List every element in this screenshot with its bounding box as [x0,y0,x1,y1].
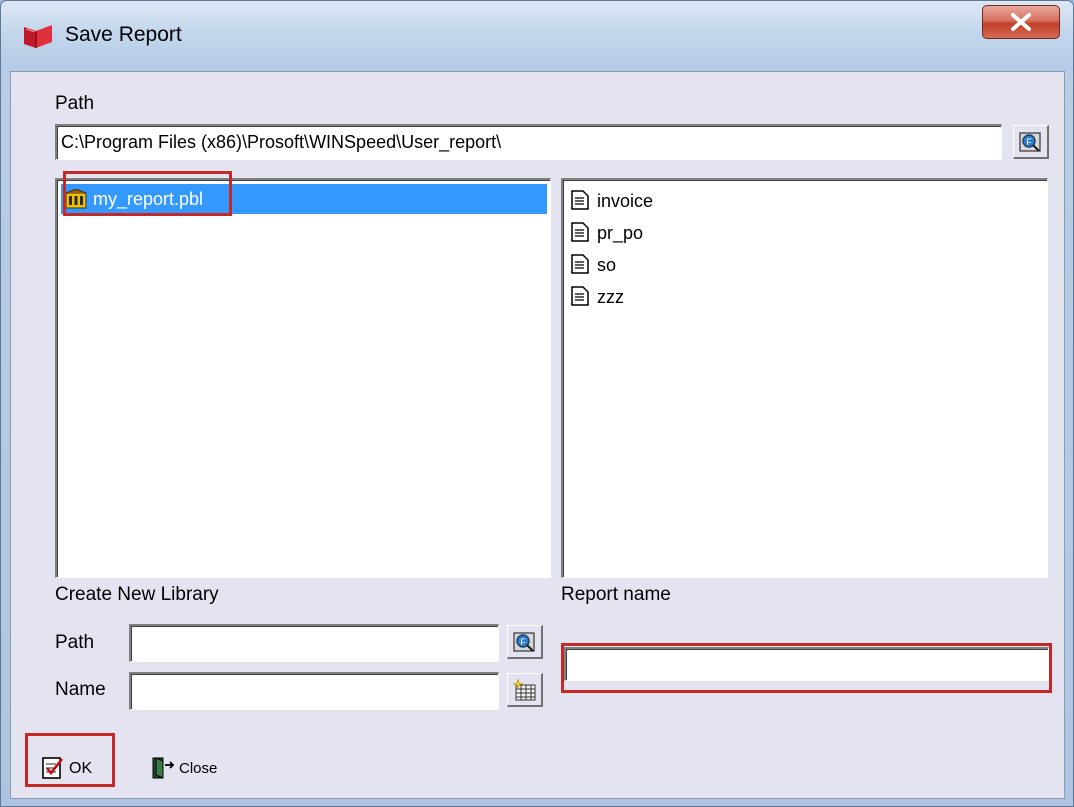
path-field[interactable]: C:\Program Files (x86)\Prosoft\WINSpeed\… [55,124,1002,160]
library-item-label: my_report.pbl [93,189,204,209]
document-icon [571,286,589,306]
browse-folder-icon: F [513,632,535,652]
ok-button[interactable]: OK [41,748,111,788]
new-library-path-browse-button[interactable]: F [507,625,543,659]
window-title: Save Report [65,23,182,46]
path-label: Path [55,93,95,114]
create-library-heading: Create New Library [55,584,219,605]
dialog-body: Path C:\Program Files (x86)\Prosoft\WINS… [10,71,1065,799]
title-bar[interactable]: Save Report [1,1,1073,71]
close-button-label: Close [179,760,218,777]
document-icon [571,254,589,274]
path-browse-button[interactable]: F [1013,125,1049,159]
svg-text:F: F [1026,137,1032,147]
document-icon [571,222,589,242]
library-icon [65,189,87,209]
report-name-input[interactable] [564,647,1049,681]
report-item-label: so [597,255,617,275]
new-library-name-input[interactable] [129,672,499,710]
ok-button-label: OK [69,760,93,777]
report-list[interactable]: invoice pr_po so zzz [561,178,1048,578]
library-item[interactable]: my_report.pbl [61,184,547,214]
red-book-icon [24,25,52,48]
save-report-window: Save Report Path C:\Program Files (x86)\… [0,0,1074,807]
report-item-label: invoice [597,191,654,211]
document-icon [571,190,589,210]
close-button[interactable]: Close [151,748,241,788]
new-library-icon [513,678,536,701]
close-x-icon [1011,13,1031,31]
new-library-path-label: Path [55,632,95,653]
library-list[interactable]: my_report.pbl [55,178,551,578]
new-library-path-input[interactable] [129,624,499,662]
checklist-icon [42,757,64,779]
svg-text:F: F [520,637,526,647]
create-library-button[interactable] [507,673,543,707]
exit-door-icon [152,757,175,779]
report-item-label: zzz [597,287,624,307]
report-item-label: pr_po [597,223,644,243]
new-library-name-label: Name [55,679,106,700]
browse-folder-icon: F [1019,132,1041,152]
report-name-label: Report name [561,584,671,605]
window-close-button[interactable] [982,5,1060,39]
